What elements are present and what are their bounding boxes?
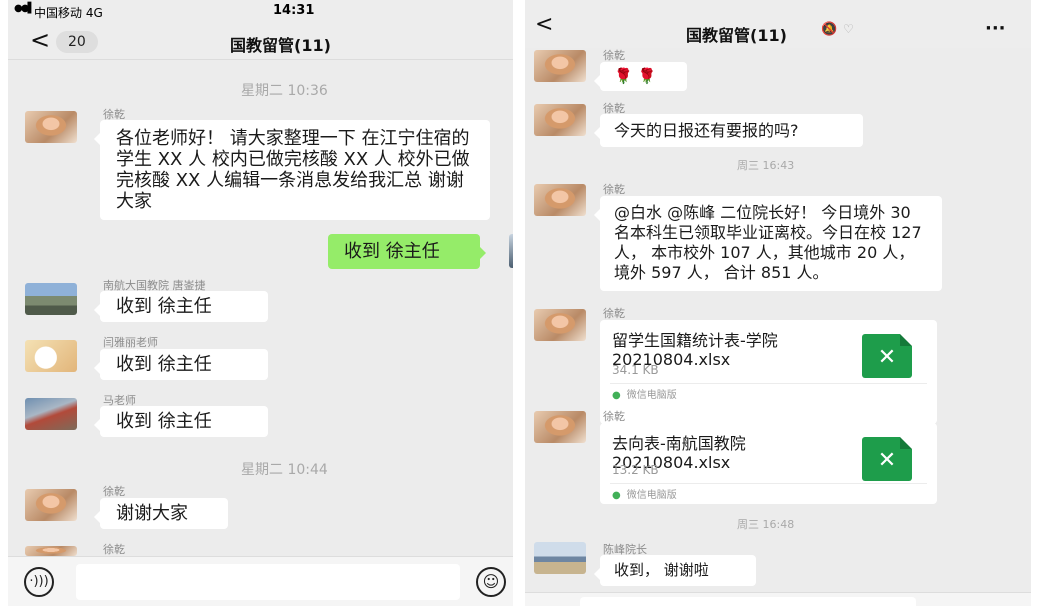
excel-icon: ✕ [862,437,912,481]
unread-badge[interactable]: 20 [56,31,98,53]
avatar[interactable] [534,309,586,341]
timestamp: 星期二 10:36 [241,83,328,99]
carrier-label: 中国移动 4G [34,6,103,20]
divider [610,483,927,484]
avatar[interactable] [534,411,586,443]
excel-icon: ✕ [862,334,912,378]
message-bubble[interactable]: 收到， 谢谢啦 [594,555,756,586]
avatar[interactable] [25,283,77,315]
emoji-icon[interactable]: ☺ [476,567,506,597]
heart-icon: ♡ [843,22,854,36]
wechat-pc-icon: ● [612,390,621,401]
avatar[interactable] [25,398,77,430]
input-bar [525,592,1031,606]
divider [610,383,927,384]
sender-name: 闫雅丽老师 [103,336,158,349]
message-bubble[interactable]: 谢谢大家 [94,498,228,529]
avatar[interactable] [534,184,586,216]
sender-name: 徐乾 [103,485,125,498]
voice-icon[interactable]: ·))) [24,567,54,597]
source-label: 微信电脑版 [626,390,677,401]
message-input[interactable] [580,597,916,606]
status-bar: ●●▌ 中国移动 4G 14:31 [8,0,513,22]
status-time: 14:31 [273,3,315,18]
wechat-pc-icon: ● [612,490,621,501]
signal-icon: ●●▌ [14,3,35,14]
nav-bar: < 20 国教留管(11) [8,22,513,60]
back-button[interactable]: < [535,12,553,37]
input-bar: ·))) ☺ [8,556,513,606]
back-button[interactable]: < [30,26,50,54]
nav-bar: < 国教留管(11) 🔕 ♡ ··· [525,0,1031,48]
file-message[interactable]: 去向表-南航国教院20210804.xlsx 13.2 KB ✕ ● 微信电脑版 [600,423,937,504]
sender-name: 徐乾 [603,183,625,196]
message-bubble[interactable]: 收到 徐主任 [94,291,268,322]
more-button[interactable]: ··· [985,18,1006,39]
right-chat-screenshot: < 国教留管(11) 🔕 ♡ ··· 徐乾 🌹 🌹 徐乾 今天的日报还有要报的吗… [525,0,1031,606]
my-avatar[interactable] [509,234,513,268]
message-input[interactable] [76,564,460,600]
message-bubble[interactable]: 收到 徐主任 [94,406,268,437]
timestamp: 周三 16:43 [737,159,795,172]
left-chat-screenshot: ●●▌ 中国移动 4G 14:31 < 20 国教留管(11) 星期二 10:3… [8,0,513,606]
file-size: 34.1 KB [612,363,659,377]
timestamp: 周三 16:48 [737,518,795,531]
sender-name: 徐乾 [603,410,625,423]
avatar[interactable] [25,340,77,372]
message-bubble[interactable]: 今天的日报还有要报的吗? [594,114,863,147]
file-source: ● 微信电脑版 [612,386,677,401]
bell-muted-icon: 🔕 [821,22,838,37]
file-source: ● 微信电脑版 [612,486,677,501]
avatar[interactable] [534,542,586,574]
message-bubble[interactable]: 收到 徐主任 [94,349,268,380]
message-bubble[interactable]: 各位老师好！ 请大家整理一下 在江宁住宿的学生 XX 人 校内已做完核酸 XX … [94,120,490,220]
message-bubble[interactable]: 🌹 🌹 [594,62,687,91]
sender-name: 徐乾 [103,543,125,556]
avatar[interactable] [534,104,586,136]
source-label: 微信电脑版 [626,490,677,501]
file-message[interactable]: 留学生国籍统计表-学院20210804.xlsx 34.1 KB ✕ ● 微信电脑… [600,320,937,424]
sender-name: 徐乾 [603,307,625,320]
message-bubble[interactable]: @白水 @陈峰 二位院长好！ 今日境外 30 名本科生已领取毕业证离校。今日在校… [594,196,942,291]
timestamp: 星期二 10:44 [241,462,328,478]
avatar[interactable] [25,111,77,143]
message-bubble-sent[interactable]: 收到 徐主任 [328,234,486,269]
chat-title: 国教留管(11) [686,26,787,45]
avatar[interactable] [25,489,77,521]
sender-name: 徐乾 [603,49,625,62]
avatar[interactable] [25,546,77,556]
chat-title: 国教留管(11) [230,36,331,55]
avatar[interactable] [534,50,586,82]
file-size: 13.2 KB [612,463,659,477]
